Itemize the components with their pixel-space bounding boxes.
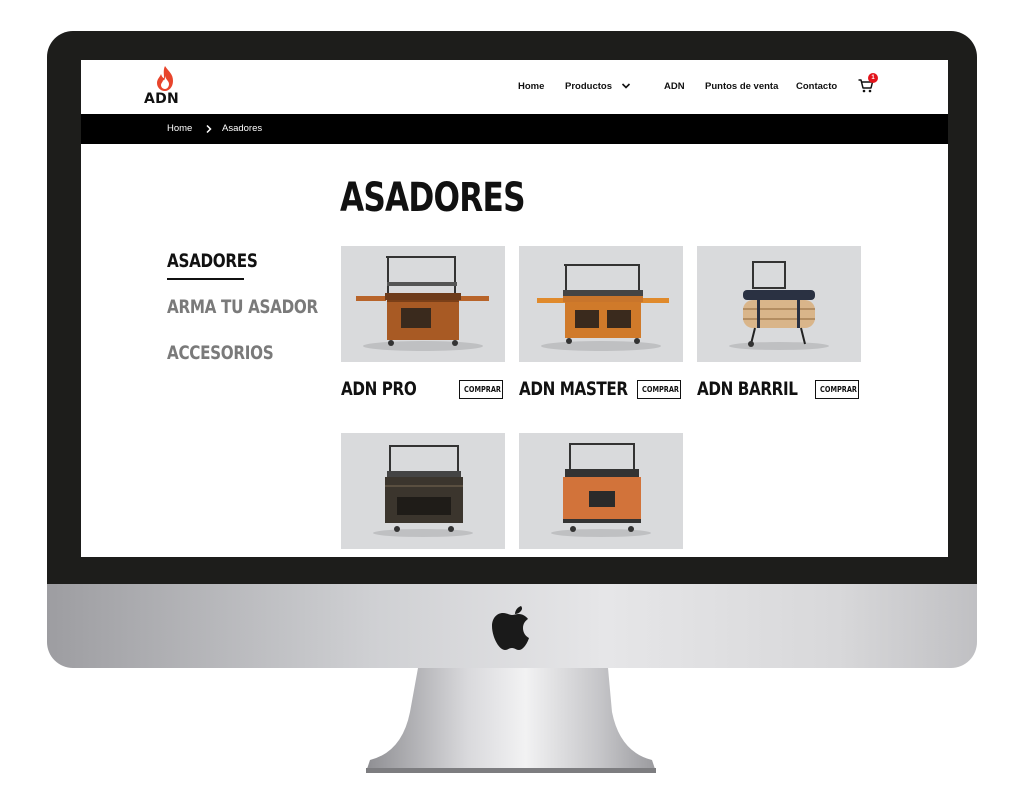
grill-orange-icon [551,443,651,537]
cart-count-badge: 1 [868,73,878,83]
nav-contacto[interactable]: Contacto [796,81,837,92]
grill-barrel-icon [729,261,829,350]
sidebar-item-arma-tu-asador[interactable]: ARMA TU ASADOR [167,298,318,317]
top-navbar: ADN Home Productos ADN Puntos de venta C… [81,60,948,114]
product-image-adn-master[interactable] [519,246,683,362]
website-screen: ADN Home Productos ADN Puntos de venta C… [81,60,948,557]
breadcrumb-home[interactable]: Home [167,123,192,134]
breadcrumb-current: Asadores [222,123,263,134]
product-image-5[interactable] [519,433,683,549]
product-image-4[interactable] [341,433,505,549]
grill-light-wood-icon [537,264,669,351]
sidebar-item-accesorios[interactable]: ACCESORIOS [167,344,274,363]
product-name-adn-master[interactable]: ADN MASTER [519,380,628,399]
grill-dark-wood-icon [373,445,473,537]
apple-logo-icon [492,606,529,650]
sidebar-item-asadores[interactable]: ASADORES [167,252,258,271]
chevron-right-icon [206,124,212,134]
buy-button-adn-pro[interactable]: COMPRAR [459,380,503,399]
product-name-adn-pro[interactable]: ADN PRO [341,380,417,399]
product-image-adn-pro[interactable] [341,246,505,362]
chevron-down-icon[interactable] [621,81,631,91]
nav-home[interactable]: Home [518,81,544,92]
nav-puntos-de-venta[interactable]: Puntos de venta [705,81,778,92]
nav-adn[interactable]: ADN [664,81,685,92]
nav-productos[interactable]: Productos [565,81,612,92]
product-image-adn-barril[interactable] [697,246,861,362]
buy-button-adn-master[interactable]: COMPRAR [637,380,681,399]
buy-button-adn-barril[interactable]: COMPRAR [815,380,859,399]
brand-name[interactable]: ADN [144,91,179,107]
page-title: ASADORES [340,175,526,221]
grill-wood-icon [356,256,489,351]
product-name-adn-barril[interactable]: ADN BARRIL [697,380,798,399]
active-underline [167,278,244,280]
